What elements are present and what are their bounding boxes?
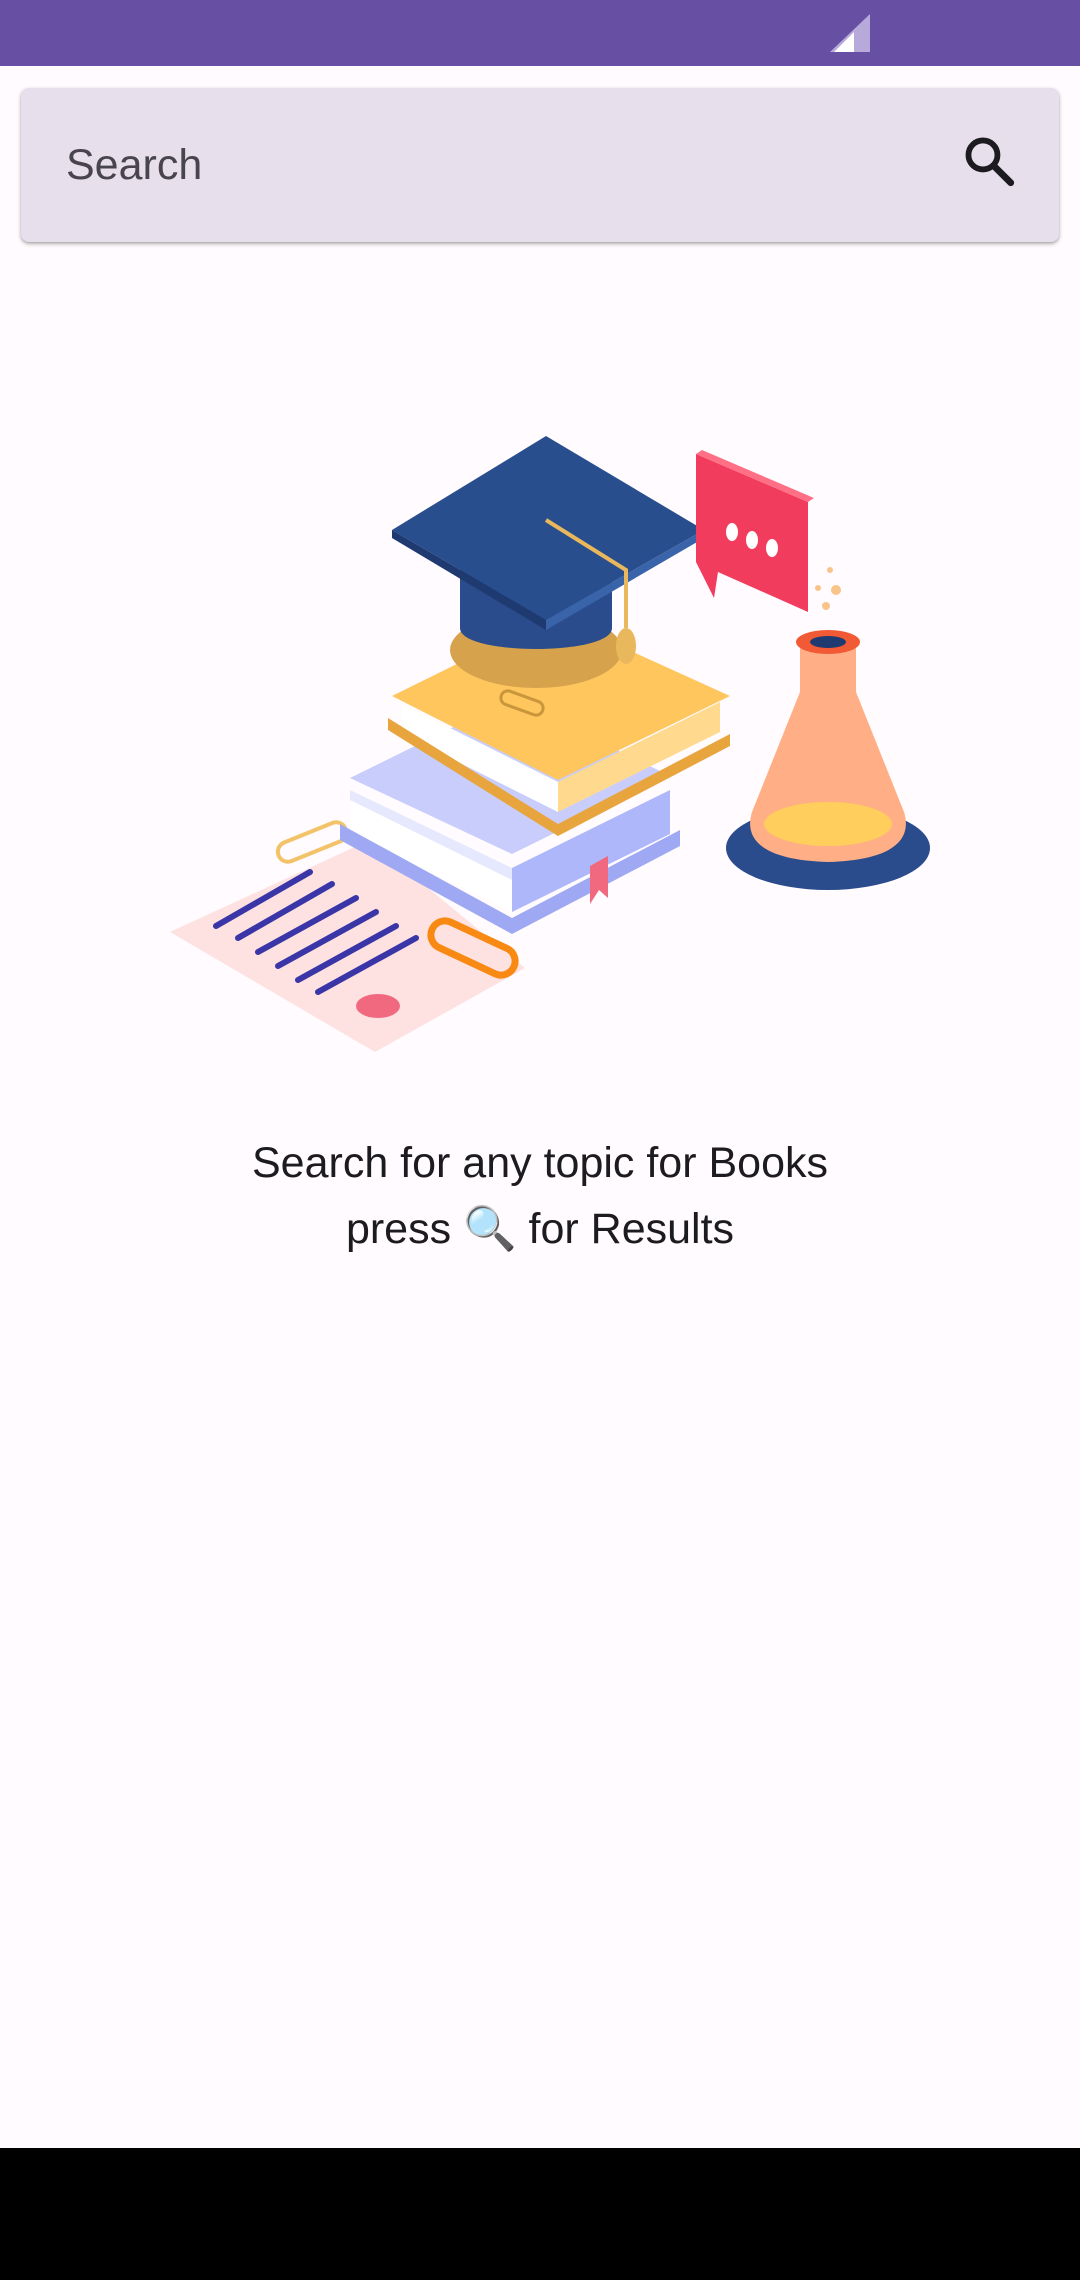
search-bar[interactable]	[21, 88, 1059, 242]
empty-state-line1: Search for any topic for Books	[251, 1139, 828, 1187]
empty-state-line2: press 🔍 for Results	[0, 1196, 1080, 1262]
magnifier-emoji-icon: 🔍	[463, 1205, 517, 1253]
signal-icon	[830, 14, 870, 52]
navigation-bar	[0, 2148, 1080, 2280]
empty-state-line2-prefix: press	[345, 1205, 464, 1253]
search-input[interactable]	[66, 128, 926, 202]
empty-state-message: Search for any topic for Books press 🔍 f…	[0, 1130, 1080, 1262]
education-illustration	[170, 436, 930, 1052]
empty-state-line2-suffix: for Results	[516, 1205, 735, 1253]
search-icon[interactable]	[960, 132, 1018, 190]
status-bar	[0, 0, 1080, 66]
